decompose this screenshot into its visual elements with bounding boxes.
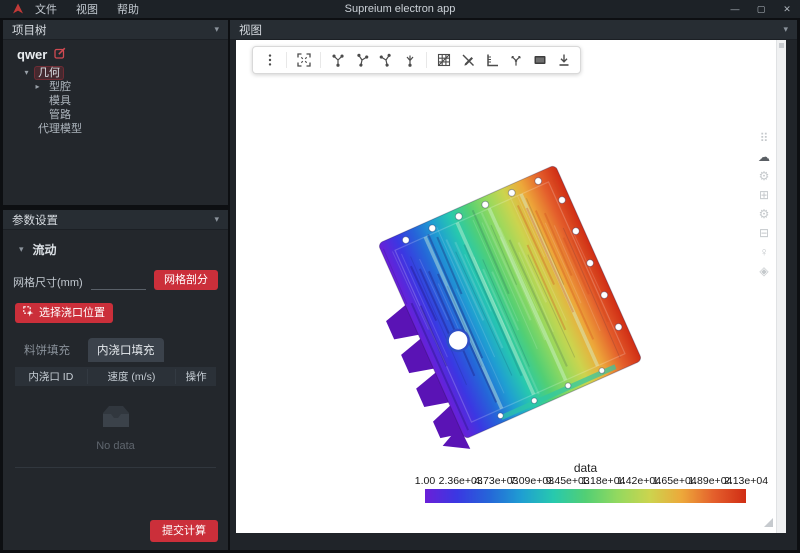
section-caret-icon[interactable]: ▾ — [19, 244, 24, 255]
maximize-button[interactable]: ▢ — [748, 0, 774, 18]
axis-view-top-icon[interactable] — [401, 52, 418, 69]
column-header-0: 内浇口 ID — [15, 369, 87, 384]
empty-state: No data — [3, 386, 228, 452]
project-root-label: qwer — [17, 47, 47, 62]
color-legend: data 1.002.36e+034.73e+037.09e+039.45e+0… — [425, 462, 746, 503]
view-panel-header[interactable]: 视图 ▾ — [230, 20, 797, 40]
submit-calculation-button[interactable]: 提交计算 — [150, 520, 218, 542]
viewport-toolbar — [252, 46, 581, 74]
probe-icon[interactable]: ♀ — [760, 246, 769, 259]
expander-icon[interactable]: ▾ — [21, 68, 32, 77]
tab-0[interactable]: 料饼填充 — [15, 338, 79, 362]
mesh-toggle-icon[interactable] — [435, 52, 452, 69]
view-panel: 视图 ▾ — [230, 20, 797, 550]
project-tree-title: 项目树 — [12, 22, 47, 38]
view-panel-title: 视图 — [239, 22, 262, 38]
grid-table-icon[interactable]: ⊞ — [759, 189, 769, 202]
resize-grip[interactable] — [764, 518, 773, 527]
tree-item-4[interactable]: 代理模型 — [3, 122, 228, 135]
bounds-icon[interactable]: ⊟ — [759, 227, 769, 240]
tree-item-2[interactable]: 模具 — [3, 94, 228, 107]
fill-tabs: 料饼填充内浇口填充 — [15, 338, 228, 362]
model-3d-view[interactable] — [236, 40, 786, 533]
flow-section-toggle[interactable]: ▾ 流动 — [19, 241, 228, 258]
expander-icon[interactable]: ▸ — [32, 82, 43, 91]
tree-item-label: 型腔 — [46, 81, 74, 93]
collapse-caret-icon[interactable]: ▾ — [214, 214, 219, 225]
canvas-scrollbar[interactable] — [776, 40, 786, 533]
scale-ruler-icon[interactable] — [483, 52, 500, 69]
kebab-menu-icon[interactable] — [261, 52, 278, 69]
tree-item-label: 代理模型 — [35, 123, 85, 135]
tree-item-0[interactable]: ▾几何 — [3, 66, 228, 79]
select-gate-button[interactable]: 选择浇口位置 — [15, 303, 113, 323]
select-gate-icon — [23, 306, 34, 320]
edit-project-icon[interactable] — [54, 47, 66, 62]
legend-title: data — [425, 462, 746, 475]
axis-view-front-icon[interactable] — [329, 52, 346, 69]
params-title: 参数设置 — [12, 212, 58, 228]
legend-tick: 1.00 — [415, 475, 435, 487]
tab-1[interactable]: 内浇口填充 — [88, 338, 164, 362]
params-header[interactable]: 参数设置 ▾ — [3, 210, 228, 230]
fit-view-icon[interactable] — [295, 52, 312, 69]
column-header-2: 操作 — [175, 369, 216, 384]
close-button[interactable]: ✕ — [774, 0, 800, 18]
gear-icon[interactable]: ⚙ — [759, 208, 770, 221]
divider — [15, 467, 216, 468]
project-tree-panel: 项目树 ▾ qwer ▾几何▸型腔模具管路代理模型 — [3, 20, 228, 205]
mesh-size-input[interactable] — [91, 273, 146, 290]
titlebar: 文件视图帮助 Supreium electron app — ▢ ✕ — [0, 0, 800, 18]
collapse-caret-icon[interactable]: ▾ — [214, 24, 219, 35]
mesh-size-row: 网格尺寸(mm) 网格剖分 — [13, 270, 218, 290]
orientation-axes-icon[interactable] — [507, 52, 524, 69]
solid-model-icon[interactable]: ☁ — [758, 151, 770, 164]
tree-item-label: 管路 — [46, 109, 74, 121]
empty-inbox-icon — [96, 418, 136, 435]
viewer-side-toolbar: ⠿ ☁ ⚙ ⊞ ⚙ ⊟ ♀ ◈ — [758, 132, 770, 278]
project-tree-header[interactable]: 项目树 ▾ — [3, 20, 228, 40]
material-icon[interactable]: ⚙ — [759, 170, 770, 183]
legend-colorbar — [425, 489, 746, 503]
app-logo-icon — [12, 3, 24, 15]
window-controls: — ▢ ✕ — [722, 0, 800, 18]
axis-view-back-icon[interactable] — [353, 52, 370, 69]
tree-item-label: 几何 — [35, 67, 63, 79]
project-root-row[interactable]: qwer — [17, 47, 228, 62]
mesh-size-label: 网格尺寸(mm) — [13, 274, 83, 290]
flow-section-label: 流动 — [33, 241, 57, 258]
select-gate-label: 选择浇口位置 — [39, 307, 105, 319]
collapse-caret-icon[interactable]: ▾ — [783, 24, 788, 35]
download-icon[interactable] — [555, 52, 572, 69]
scroll-button[interactable] — [779, 43, 784, 48]
viewport-canvas[interactable]: ⠿ ☁ ⚙ ⊞ ⚙ ⊟ ♀ ◈ data 1.002.36e+034.73e+037.09e+… — [236, 40, 786, 533]
mesh-divide-button[interactable]: 网格剖分 — [154, 270, 218, 290]
menu-item-0[interactable]: 文件 — [35, 1, 57, 17]
pen-slash-icon[interactable] — [459, 52, 476, 69]
tree-item-1[interactable]: ▸型腔 — [3, 80, 228, 93]
column-header-1: 速度 (m/s) — [87, 369, 176, 384]
screenshot-icon[interactable] — [531, 52, 548, 69]
table-header-row: 内浇口 ID速度 (m/s)操作 — [15, 367, 216, 386]
tree-item-3[interactable]: 管路 — [3, 108, 228, 121]
tree-item-label: 模具 — [46, 95, 74, 107]
clip-icon[interactable]: ◈ — [759, 265, 768, 278]
menu-item-1[interactable]: 视图 — [76, 1, 98, 17]
legend-tick: 2.13e+04 — [724, 475, 768, 487]
empty-text: No data — [3, 440, 228, 452]
params-panel: 参数设置 ▾ ▾ 流动 网格尺寸(mm) 网格剖分 选择浇口位置 料饼填充内浇口… — [3, 210, 228, 550]
legend-ticks: 1.002.36e+034.73e+037.09e+039.45e+031.18… — [425, 475, 746, 488]
minimize-button[interactable]: — — [722, 0, 748, 18]
tree-body: ▾几何▸型腔模具管路代理模型 — [3, 66, 228, 135]
menu-item-2[interactable]: 帮助 — [117, 1, 139, 17]
mesh-grid-icon[interactable]: ⠿ — [760, 132, 769, 145]
axis-view-left-icon[interactable] — [377, 52, 394, 69]
menu-bar: 文件 视图 帮助 — [35, 1, 139, 17]
